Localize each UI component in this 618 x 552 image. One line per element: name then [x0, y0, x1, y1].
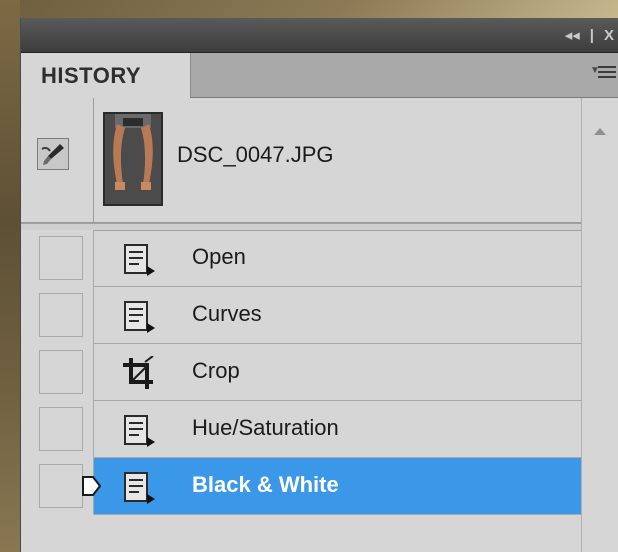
history-panel: ◂◂ | X HISTORY ▼ DSC_0047.JPG Open Curve… — [20, 18, 618, 552]
titlebar-separator: | — [589, 26, 594, 44]
history-source-checkbox[interactable] — [39, 293, 83, 337]
crop-tool-icon — [123, 356, 154, 389]
tab-history[interactable]: HISTORY — [21, 53, 191, 98]
document-state-icon — [124, 472, 155, 504]
history-source-column — [21, 401, 94, 458]
close-panel-button[interactable]: X — [604, 27, 614, 44]
background-strip — [0, 0, 20, 552]
history-item-crop[interactable]: Crop — [21, 344, 581, 401]
history-source-checkbox[interactable] — [39, 464, 83, 508]
panel-menu-icon — [598, 66, 616, 81]
history-brush-icon[interactable] — [37, 138, 69, 170]
snapshot-thumbnail[interactable] — [103, 112, 163, 206]
history-item-label: Hue/Saturation — [192, 415, 339, 440]
history-states-list: Open Curves Crop Hue/Saturation Black & … — [21, 230, 581, 515]
history-source-checkbox[interactable] — [39, 407, 83, 451]
panel-titlebar: ◂◂ | X — [21, 18, 618, 53]
snapshot-source-column — [21, 98, 94, 222]
history-item-curves[interactable]: Curves — [21, 287, 581, 344]
snapshot-name: DSC_0047.JPG — [177, 142, 334, 167]
history-item-label: Black & White — [192, 472, 339, 497]
tab-bar: HISTORY ▼ — [21, 53, 618, 98]
snapshot-row[interactable]: DSC_0047.JPG — [21, 98, 581, 223]
history-list-area: DSC_0047.JPG Open Curves Crop Hue/Satura… — [21, 98, 581, 552]
history-item-hue-saturation[interactable]: Hue/Saturation — [21, 401, 581, 458]
scroll-up-arrow-icon[interactable] — [594, 128, 606, 135]
history-item-label: Crop — [192, 358, 240, 383]
history-scrollbar[interactable] — [581, 98, 618, 552]
history-source-column — [21, 344, 94, 401]
document-state-icon — [124, 244, 155, 276]
history-item-label: Open — [192, 244, 246, 269]
collapse-panel-button[interactable]: ◂◂ — [565, 26, 580, 44]
history-source-column — [21, 287, 94, 344]
document-state-icon — [124, 415, 155, 447]
history-state-slider-icon[interactable] — [81, 475, 101, 497]
tab-history-label: HISTORY — [41, 63, 142, 88]
history-source-checkbox[interactable] — [39, 350, 83, 394]
titlebar-controls: ◂◂ | X — [565, 24, 618, 46]
history-source-column — [21, 230, 94, 287]
history-source-checkbox[interactable] — [39, 236, 83, 280]
document-state-icon — [124, 301, 155, 333]
history-item-label: Curves — [192, 301, 262, 326]
panel-menu-button[interactable]: ▼ — [588, 63, 618, 87]
history-item-open[interactable]: Open — [21, 230, 581, 287]
history-item-black-white[interactable]: Black & White — [21, 458, 581, 515]
